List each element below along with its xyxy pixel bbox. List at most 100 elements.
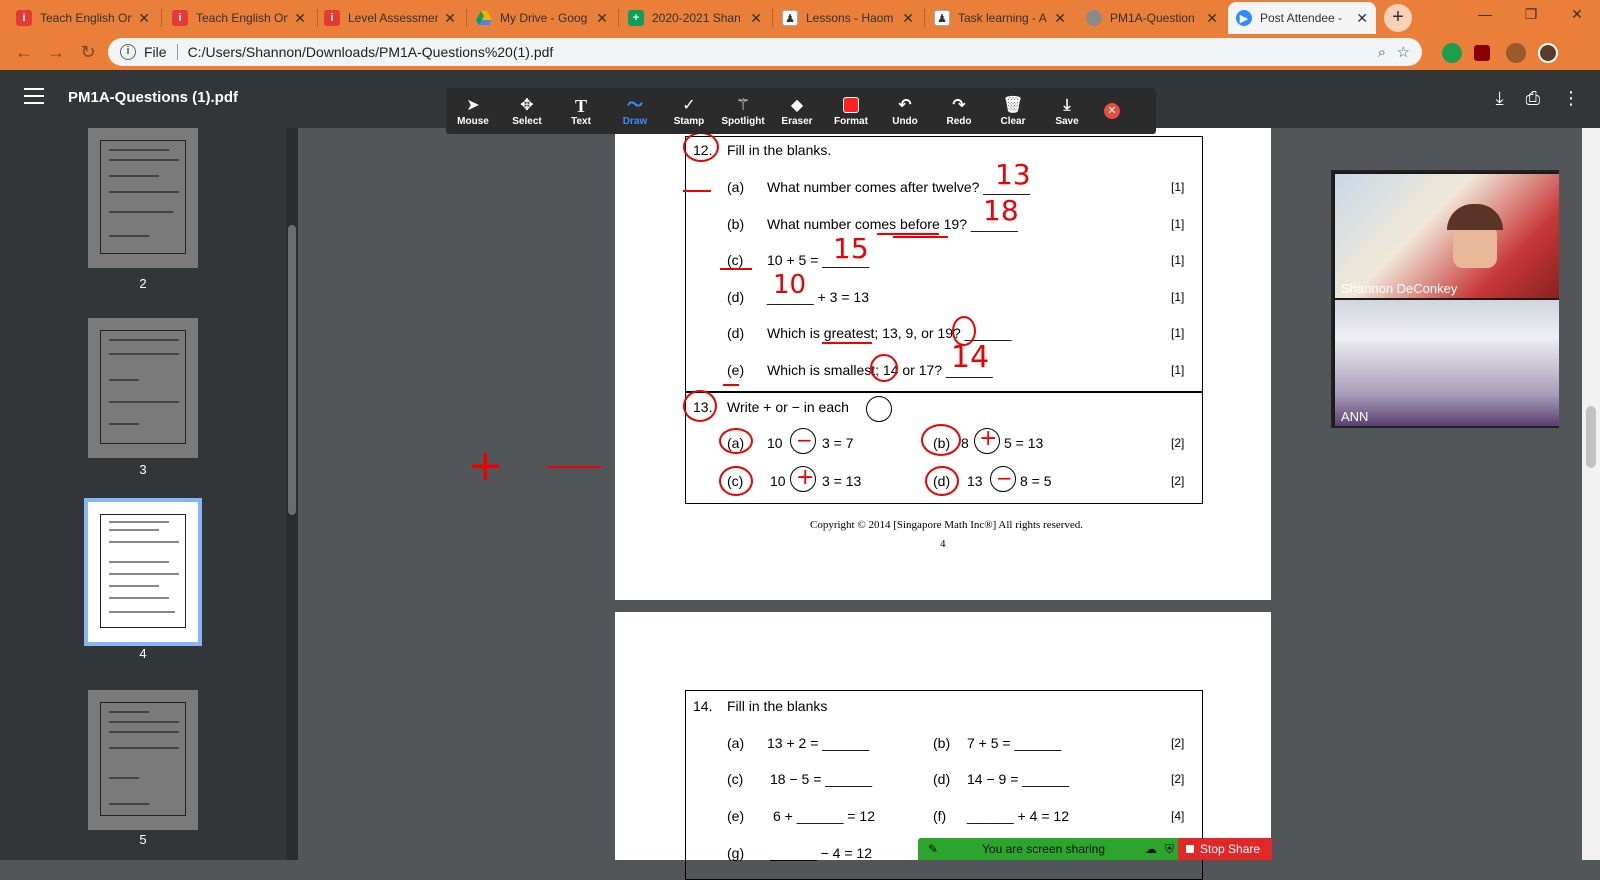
close-annotation-icon[interactable]: ✕	[1104, 103, 1120, 119]
download-icon[interactable]: ⤓	[1496, 88, 1504, 109]
video-tile[interactable]: Shannon DeConkey	[1335, 174, 1559, 298]
item-text: 14 − 9 = ______	[967, 771, 1069, 787]
zoom-icon-magnifier[interactable]: ⌕	[1378, 44, 1386, 61]
close-icon[interactable]: ✕	[902, 10, 914, 27]
ink-answer: +	[796, 465, 815, 490]
ink-underline	[720, 268, 752, 270]
print-icon[interactable]: ⎙	[1526, 88, 1540, 109]
item-label: (g)	[727, 845, 745, 861]
item-mark: [1]	[1171, 326, 1185, 340]
browser-tab[interactable]: My Drive - Goog ✕	[468, 2, 616, 34]
extension-icon[interactable]	[1442, 43, 1462, 63]
item-right: 8 = 5	[1020, 473, 1052, 489]
save-tool[interactable]: ⤓ Save	[1040, 96, 1094, 127]
undo-tool[interactable]: ↶ Undo	[878, 96, 932, 127]
minimize-button[interactable]: —	[1462, 0, 1508, 30]
thumbnail-page-number: 3	[139, 462, 147, 477]
item-label: (b)	[727, 216, 745, 232]
ink-underline	[723, 384, 739, 386]
close-icon[interactable]: ✕	[294, 10, 306, 27]
item-mark: [2]	[1171, 436, 1185, 450]
page-thumbnail[interactable]	[88, 690, 198, 830]
video-panel: Shannon DeConkey ANN	[1331, 170, 1559, 428]
participant-hair	[1447, 204, 1503, 230]
item-left: 10	[767, 435, 783, 451]
thumbnail-sidebar: 2 3 4 5	[0, 128, 298, 860]
browser-tab-strip: i Teach English On ✕ i Teach English On …	[0, 0, 1600, 34]
ink-circle	[921, 424, 961, 456]
document-title: PM1A-Questions (1).pdf	[68, 89, 239, 106]
trash-icon: 🗑	[1002, 96, 1024, 114]
item-mark: [1]	[1171, 363, 1185, 377]
page-thumbnail[interactable]	[88, 318, 198, 458]
item-text: What number comes after twelve? ______	[767, 179, 1031, 195]
ink-circle	[925, 466, 959, 496]
star-icon[interactable]: ☆	[1397, 43, 1410, 61]
browser-tab[interactable]: i Teach English On ✕	[8, 2, 158, 34]
browser-tab-active[interactable]: PM1A-Question ✕	[1078, 2, 1226, 34]
close-icon[interactable]: ✕	[596, 10, 608, 27]
move-icon: ✥	[520, 96, 534, 114]
browser-tab[interactable]: ▶ Post Attendee - ✕	[1228, 2, 1376, 34]
forward-icon[interactable]: →	[44, 40, 68, 64]
mouse-tool[interactable]: ➤ Mouse	[446, 96, 500, 127]
eraser-tool[interactable]: ◆ Eraser	[770, 96, 824, 127]
item-mark: [2]	[1171, 772, 1185, 786]
pin-icon: ✎	[928, 842, 939, 856]
close-icon[interactable]: ✕	[1054, 10, 1066, 27]
more-options-icon[interactable]: ⋮	[1562, 88, 1580, 109]
close-icon[interactable]: ✕	[444, 10, 456, 27]
page-thumbnail[interactable]	[88, 128, 198, 268]
page-thumbnail-selected[interactable]	[84, 498, 202, 646]
browser-tab[interactable]: ♟ Task learning - A ✕	[926, 2, 1074, 34]
ink-answer: −	[996, 466, 1013, 490]
tool-label: Spotlight	[721, 115, 765, 127]
stamp-tool[interactable]: ✓ Stamp	[662, 96, 716, 127]
spotlight-tool[interactable]: ⚚ Spotlight	[716, 96, 770, 127]
clear-tool[interactable]: 🗑 Clear	[986, 96, 1040, 127]
text-tool[interactable]: T Text	[554, 96, 608, 127]
avatar[interactable]	[1538, 43, 1558, 63]
stop-icon	[1186, 845, 1194, 853]
address-bar[interactable]: i File C:/Users/Shannon/Downloads/PM1A-Q…	[108, 38, 1422, 66]
cloud-icon: ☁	[1144, 842, 1157, 856]
ink-circle	[719, 466, 753, 496]
close-icon[interactable]: ✕	[138, 10, 150, 27]
url-text[interactable]: C:/Users/Shannon/Downloads/PM1A-Question…	[188, 44, 554, 60]
browser-tab[interactable]: ♟ Lessons - Haom ✕	[774, 2, 922, 34]
page-scrollbar[interactable]	[1582, 128, 1600, 860]
format-tool[interactable]: Format	[824, 96, 878, 127]
extension-icon[interactable]	[1506, 43, 1526, 63]
menu-icon[interactable]	[24, 88, 44, 104]
new-tab-button[interactable]: +	[1384, 4, 1412, 32]
tool-label: Select	[512, 115, 542, 127]
video-tile[interactable]: ANN	[1335, 300, 1559, 426]
item-left: 8	[961, 435, 969, 451]
screen-share-bar[interactable]: ✎ You are screen sharing ☁ ⛨	[918, 838, 1182, 860]
sidebar-scrollbar-thumb[interactable]	[288, 225, 296, 515]
select-tool[interactable]: ✥ Select	[500, 96, 554, 127]
close-window-button[interactable]: ✕	[1554, 0, 1600, 30]
wand-icon: ⚚	[735, 96, 751, 114]
browser-tab[interactable]: i Level Assessmen ✕	[316, 2, 464, 34]
item-mark: [1]	[1171, 217, 1185, 231]
close-icon[interactable]: ✕	[750, 10, 762, 27]
close-icon[interactable]: ✕	[1356, 10, 1368, 27]
item-mark: [1]	[1171, 290, 1185, 304]
restore-button[interactable]: ❐	[1508, 0, 1554, 30]
ublock-icon[interactable]	[1474, 45, 1490, 61]
sheets-icon: +	[628, 10, 644, 26]
draw-tool[interactable]: 〜 Draw	[608, 96, 662, 127]
close-icon[interactable]: ✕	[1206, 10, 1218, 27]
ink-answer: +	[979, 426, 998, 451]
reload-icon[interactable]: ↻	[76, 40, 100, 64]
redo-tool[interactable]: ↷ Redo	[932, 96, 986, 127]
item-text: 6 + ______ = 12	[773, 808, 875, 824]
scrollbar-thumb[interactable]	[1586, 406, 1596, 468]
item-text: 13 + 2 = ______	[767, 735, 869, 751]
back-icon[interactable]: ←	[12, 40, 36, 64]
browser-tab[interactable]: i Teach English On ✕	[164, 2, 314, 34]
stop-share-button[interactable]: Stop Share	[1178, 838, 1272, 860]
info-icon[interactable]: i	[120, 44, 136, 60]
browser-tab[interactable]: + 2020-2021 Shan ✕	[620, 2, 770, 34]
